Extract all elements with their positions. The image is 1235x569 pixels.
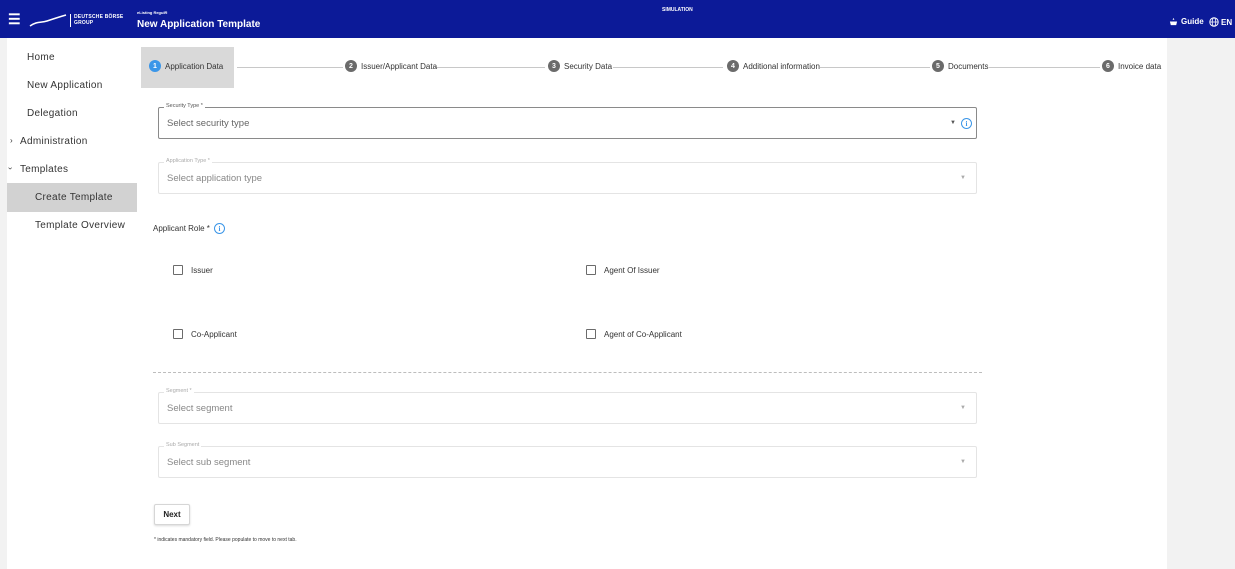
chevron-right-icon: › — [10, 136, 13, 145]
checkbox-box[interactable] — [173, 329, 183, 339]
step-number: 4 — [727, 60, 739, 72]
sidebar-item-label: New Application — [27, 80, 103, 91]
guide-button[interactable]: Guide — [1169, 17, 1204, 26]
segment-placeholder: Select segment — [167, 403, 233, 414]
info-icon[interactable]: i — [213, 223, 225, 234]
sidebar-item-new-application[interactable]: New Application — [7, 73, 137, 97]
hamburger-icon[interactable]: ☰ — [8, 12, 21, 26]
applicant-role-label: Applicant Role * — [153, 224, 210, 233]
sidebar-item-administration[interactable]: › Administration — [7, 129, 137, 153]
sidebar-item-label: Template Overview — [35, 220, 126, 231]
step-connector — [237, 67, 343, 68]
agent-of-issuer-label: Agent Of Issuer — [604, 265, 660, 275]
security-type-placeholder: Select security type — [167, 118, 250, 129]
guide-icon — [1169, 17, 1178, 26]
issuer-label: Issuer — [191, 265, 213, 275]
security-type-select[interactable]: Security Type * Select security type ▼ i — [158, 103, 977, 139]
info-icon[interactable]: i — [961, 118, 972, 129]
agent-of-co-applicant-label: Agent of Co-Applicant — [604, 329, 682, 339]
step-connector — [613, 67, 723, 68]
checkbox-box[interactable] — [586, 329, 596, 339]
sidebar: Home New Application Delegation › Admini… — [5, 38, 137, 569]
agent-of-issuer-checkbox[interactable]: Agent Of Issuer — [586, 265, 660, 275]
application-type-select[interactable]: Application Type * Select application ty… — [158, 158, 977, 194]
next-button[interactable]: Next — [154, 504, 190, 525]
step-number: 6 — [1102, 60, 1114, 72]
segment-select[interactable]: Segment * Select segment ▼ — [158, 388, 977, 424]
step-additional-information[interactable]: 4 Additional information — [727, 59, 820, 73]
step-label: Documents — [948, 61, 989, 71]
application-type-placeholder: Select application type — [167, 173, 263, 184]
language-label: EN — [1221, 17, 1233, 27]
page-title: New Application Template — [137, 19, 261, 30]
security-type-label: Security Type * — [164, 103, 205, 109]
step-number: 1 — [149, 60, 161, 72]
agent-of-co-applicant-checkbox[interactable]: Agent of Co-Applicant — [586, 329, 682, 339]
sidebar-item-home[interactable]: Home — [7, 45, 137, 69]
segment-label: Segment * — [164, 388, 194, 394]
sub-segment-label: Sub Segment — [164, 442, 202, 448]
logo-line2: GROUP — [74, 20, 94, 26]
sidebar-item-label: Administration — [20, 136, 88, 147]
mandatory-note: * indicates mandatory field. Please popu… — [154, 537, 297, 543]
applicant-role-heading: Applicant Role * i — [153, 223, 225, 234]
step-number: 2 — [345, 60, 357, 72]
sidebar-item-label: Home — [27, 52, 55, 63]
sub-segment-placeholder: Select sub segment — [167, 457, 251, 468]
step-label: Additional information — [743, 61, 820, 71]
application-type-label: Application Type * — [164, 158, 212, 164]
logo-separator — [70, 14, 71, 27]
logo-text: DEUTSCHE BÖRSE GROUP — [74, 14, 123, 26]
step-connector — [435, 67, 545, 68]
step-label: Security Data — [564, 61, 613, 71]
sub-segment-select[interactable]: Sub Segment Select sub segment ▼ — [158, 442, 977, 478]
step-number: 3 — [548, 60, 560, 72]
checkbox-box[interactable] — [173, 265, 183, 275]
step-label: Application Data — [165, 61, 224, 71]
sidebar-item-label: Delegation — [27, 108, 78, 119]
dropdown-arrow-icon: ▼ — [950, 120, 956, 126]
step-number: 5 — [932, 60, 944, 72]
sidebar-item-create-template[interactable]: Create Template — [7, 183, 137, 212]
sidebar-item-template-overview[interactable]: Template Overview — [7, 213, 137, 237]
step-invoice-data[interactable]: 6 Invoice data — [1102, 59, 1161, 73]
dropdown-arrow-icon: ▼ — [960, 459, 966, 465]
sidebar-item-delegation[interactable]: Delegation — [7, 101, 137, 125]
step-application-data[interactable]: 1 Application Data — [149, 59, 223, 73]
sidebar-item-label: Create Template — [35, 192, 113, 203]
section-divider — [153, 372, 982, 373]
sidebar-item-templates[interactable]: › Templates — [5, 157, 137, 181]
guide-label: Guide — [1181, 17, 1204, 26]
globe-icon — [1209, 17, 1219, 27]
top-bar: ☰ DEUTSCHE BÖRSE GROUP eListing RegulR N… — [0, 0, 1235, 38]
step-documents[interactable]: 5 Documents — [932, 59, 988, 73]
dropdown-arrow-icon: ▼ — [960, 405, 966, 411]
sidebar-item-label: Templates — [20, 164, 69, 175]
step-issuer-applicant-data[interactable]: 2 Issuer/Applicant Data — [345, 59, 437, 73]
environment-label: SIMULATION — [662, 7, 693, 13]
issuer-checkbox[interactable]: Issuer — [173, 265, 213, 275]
checkbox-box[interactable] — [586, 265, 596, 275]
step-label: Invoice data — [1118, 61, 1162, 71]
main-panel: 1 Application Data 2 Issuer/Applicant Da… — [137, 38, 1167, 569]
breadcrumb: eListing RegulR — [137, 10, 168, 15]
step-connector — [820, 67, 930, 68]
co-applicant-checkbox[interactable]: Co-Applicant — [173, 329, 237, 339]
deutsche-boerse-logo-mark — [29, 14, 67, 27]
step-label: Issuer/Applicant Data — [361, 61, 438, 71]
dropdown-arrow-icon: ▼ — [960, 175, 966, 181]
chevron-down-icon: › — [5, 167, 15, 170]
language-selector[interactable]: EN — [1209, 17, 1232, 27]
co-applicant-label: Co-Applicant — [191, 329, 237, 339]
step-connector — [989, 67, 1100, 68]
step-security-data[interactable]: 3 Security Data — [548, 59, 612, 73]
